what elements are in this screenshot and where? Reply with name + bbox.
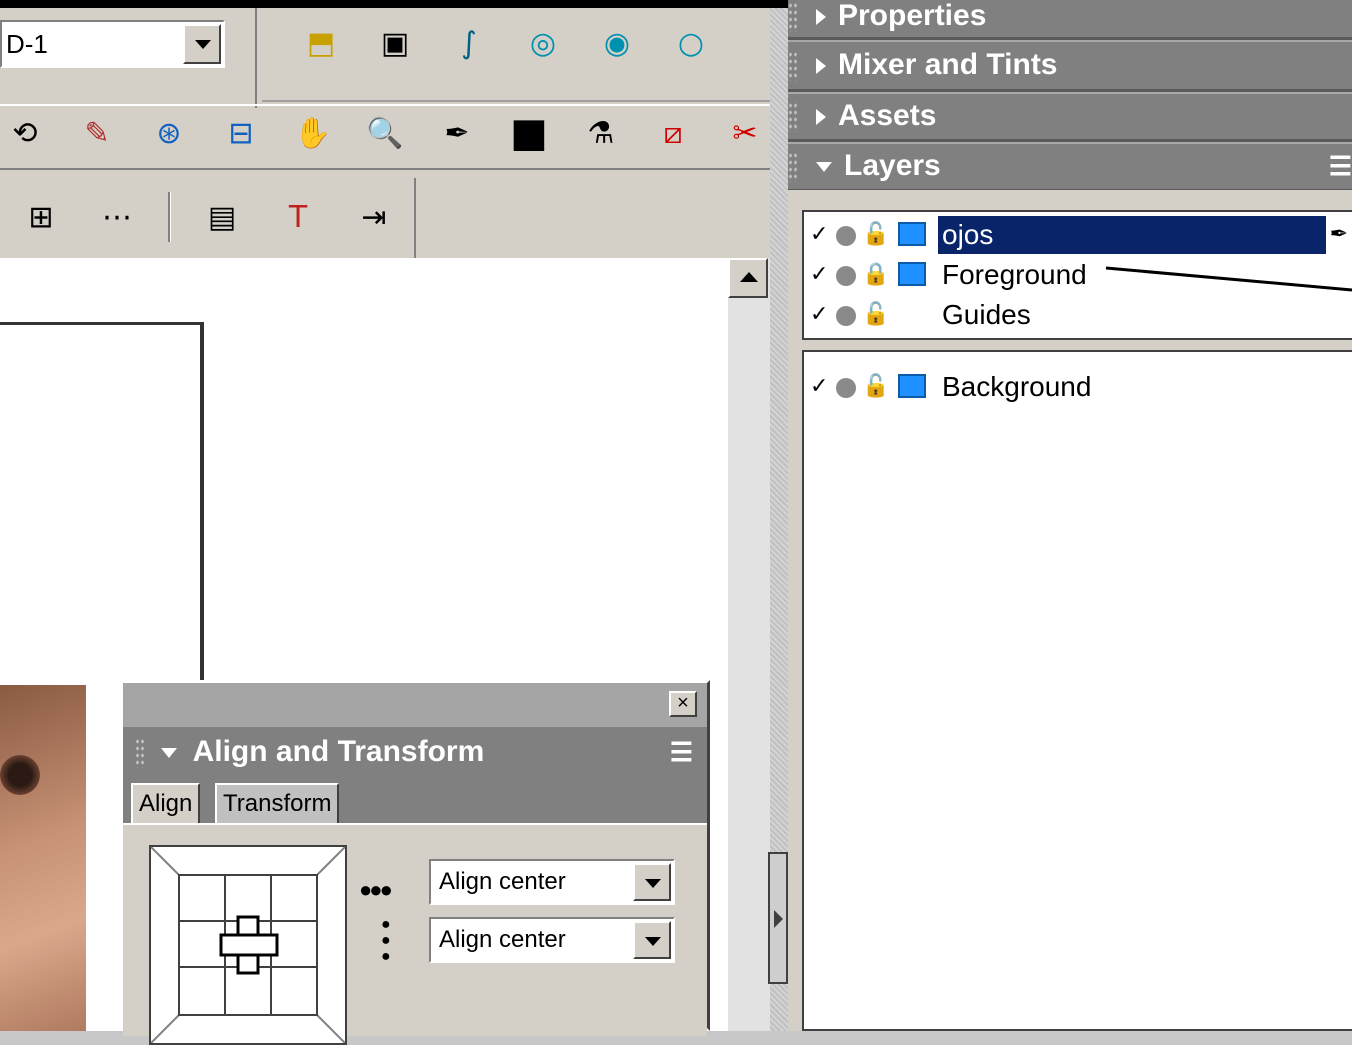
inset-path-icon[interactable]: ▣: [370, 18, 420, 68]
layer-dot-icon: [836, 378, 856, 398]
expand-arrow-icon: [816, 9, 826, 26]
layer-name: Guides: [942, 299, 1031, 330]
fill-color-icon[interactable]: ■: [504, 108, 554, 158]
photo-image[interactable]: [0, 685, 86, 1031]
layer-row-ojos[interactable]: ✓ 🔓 ojos ✒: [804, 216, 1352, 254]
unlock-icon[interactable]: 🔓: [862, 368, 889, 406]
layers-panel-header[interactable]: Layers ☰: [788, 142, 1352, 192]
toolbar-area: D-1 ⬒ ▣ ∫ ◎ ◉ ○ ⟲ ✎ ⊛ ⊟ ✋ 🔍 ✒ ■ ⚗ ⧄ ✂ ⊞ …: [0, 8, 770, 258]
collapse-arrow-icon[interactable]: [161, 748, 178, 759]
spell-check-icon[interactable]: T: [273, 192, 323, 242]
layer-row-background[interactable]: ✓ 🔓 Background: [804, 368, 1352, 406]
layer-name: Foreground: [942, 259, 1087, 290]
mixer-title: Mixer and Tints: [838, 48, 1058, 81]
union-icon[interactable]: ◎: [518, 18, 568, 68]
expand-arrow-icon: [816, 109, 826, 126]
layer-name: ojos: [938, 216, 1326, 254]
pen-icon: ✒: [1329, 222, 1348, 247]
bezigon-icon[interactable]: ✎: [72, 108, 122, 158]
layers-title: Layers: [844, 149, 941, 182]
layer-color-swatch: [898, 374, 926, 398]
panel-options-icon[interactable]: ☰: [670, 727, 693, 777]
zoom-icon[interactable]: 🔍: [360, 108, 410, 158]
eyedropper-icon[interactable]: ✒: [432, 108, 482, 158]
align-preview[interactable]: [149, 845, 347, 1045]
properties-title: Properties: [838, 0, 987, 32]
unlock-icon[interactable]: 🔓: [862, 296, 889, 334]
tab-strip: [123, 777, 707, 827]
callout-line: [1105, 266, 1352, 292]
intersect-icon[interactable]: ◉: [592, 18, 642, 68]
visibility-check-icon[interactable]: ✓: [810, 256, 828, 294]
spiral-icon[interactable]: ⊛: [144, 108, 194, 158]
properties-panel-header[interactable]: Properties: [788, 0, 1352, 40]
vertical-align-dropdown[interactable]: [633, 921, 671, 959]
distort-icon[interactable]: ⬒: [296, 18, 346, 68]
hand-icon[interactable]: ✋: [288, 108, 338, 158]
expand-arrow-icon: [816, 58, 826, 75]
layers-options-icon[interactable]: ☰: [1329, 144, 1352, 188]
align-panel-title: Align and Transform: [192, 735, 485, 768]
rotate-icon[interactable]: ⟲: [0, 108, 50, 158]
close-icon[interactable]: ×: [669, 691, 697, 717]
scroll-up-button[interactable]: [728, 258, 768, 298]
layer-dot-icon: [836, 226, 856, 246]
horizontal-align-select[interactable]: Align center: [429, 859, 675, 905]
vertical-scrollbar[interactable]: [728, 258, 770, 1031]
text-box-icon[interactable]: ▤: [197, 192, 247, 242]
vertical-align-value: Align center: [439, 926, 566, 953]
visibility-check-icon[interactable]: ✓: [810, 216, 828, 254]
lock-icon[interactable]: 🔒: [862, 256, 889, 294]
paint-bucket-icon[interactable]: ⚗: [576, 108, 626, 158]
document-combo-value: D-1: [6, 29, 48, 59]
layer-color-swatch: [898, 262, 926, 286]
collapse-arrow-icon: [816, 162, 832, 173]
visibility-check-icon[interactable]: ✓: [810, 296, 828, 334]
layer-dot-icon: [836, 306, 856, 326]
layers-panel: ✓ 🔓 ojos ✒ ✓ 🔒 Foreground ✓ 🔓 Guides ✓ 🔓: [788, 190, 1352, 1031]
horizontal-align-value: Align center: [439, 868, 566, 895]
indent-icon[interactable]: ⇥: [349, 192, 399, 242]
layer-dot-icon: [836, 266, 856, 286]
assets-title: Assets: [838, 99, 937, 132]
splitter-collapse-handle[interactable]: [768, 852, 788, 984]
mixer-panel-header[interactable]: Mixer and Tints: [788, 40, 1352, 92]
vertical-align-icon: ● ● ●: [381, 916, 391, 965]
grid-icon[interactable]: ⊞: [16, 192, 66, 242]
photo-eye: [0, 755, 40, 795]
panel-titlebar[interactable]: ×: [123, 683, 707, 727]
assets-panel-header[interactable]: Assets: [788, 92, 1352, 142]
layer-color-swatch: [898, 222, 926, 246]
tab-align[interactable]: Align: [131, 783, 201, 823]
trace-icon[interactable]: ✂: [720, 108, 770, 158]
freeform-icon[interactable]: ∫: [444, 18, 494, 68]
background-layers-list: ✓ 🔓 Background: [802, 350, 1352, 1031]
align-panel-body: ●●● Align center ● ● ● Align center: [123, 823, 707, 1045]
vertical-align-select[interactable]: Align center: [429, 917, 675, 963]
horizontal-align-dropdown[interactable]: [633, 863, 671, 901]
blend-icon[interactable]: ⋯: [92, 192, 142, 242]
stroke-color-icon[interactable]: ⧄: [648, 108, 698, 158]
combo-dropdown-button[interactable]: [183, 24, 221, 64]
document-combo[interactable]: D-1: [0, 20, 225, 68]
unlock-icon[interactable]: 🔓: [862, 216, 889, 254]
punch-icon[interactable]: ○: [666, 18, 716, 68]
tab-transform[interactable]: Transform: [215, 783, 340, 823]
horizontal-align-icon: ●●●: [359, 877, 393, 902]
toolbar-separator: [168, 192, 171, 242]
link-icon[interactable]: ⊟: [216, 108, 266, 158]
page-boundary: [0, 322, 204, 685]
visibility-check-icon[interactable]: ✓: [810, 368, 828, 406]
align-panel-header[interactable]: Align and Transform ☰: [123, 727, 707, 777]
layer-name: Background: [942, 371, 1092, 402]
align-transform-panel: × Align and Transform ☰ Align Transform: [120, 680, 710, 1045]
